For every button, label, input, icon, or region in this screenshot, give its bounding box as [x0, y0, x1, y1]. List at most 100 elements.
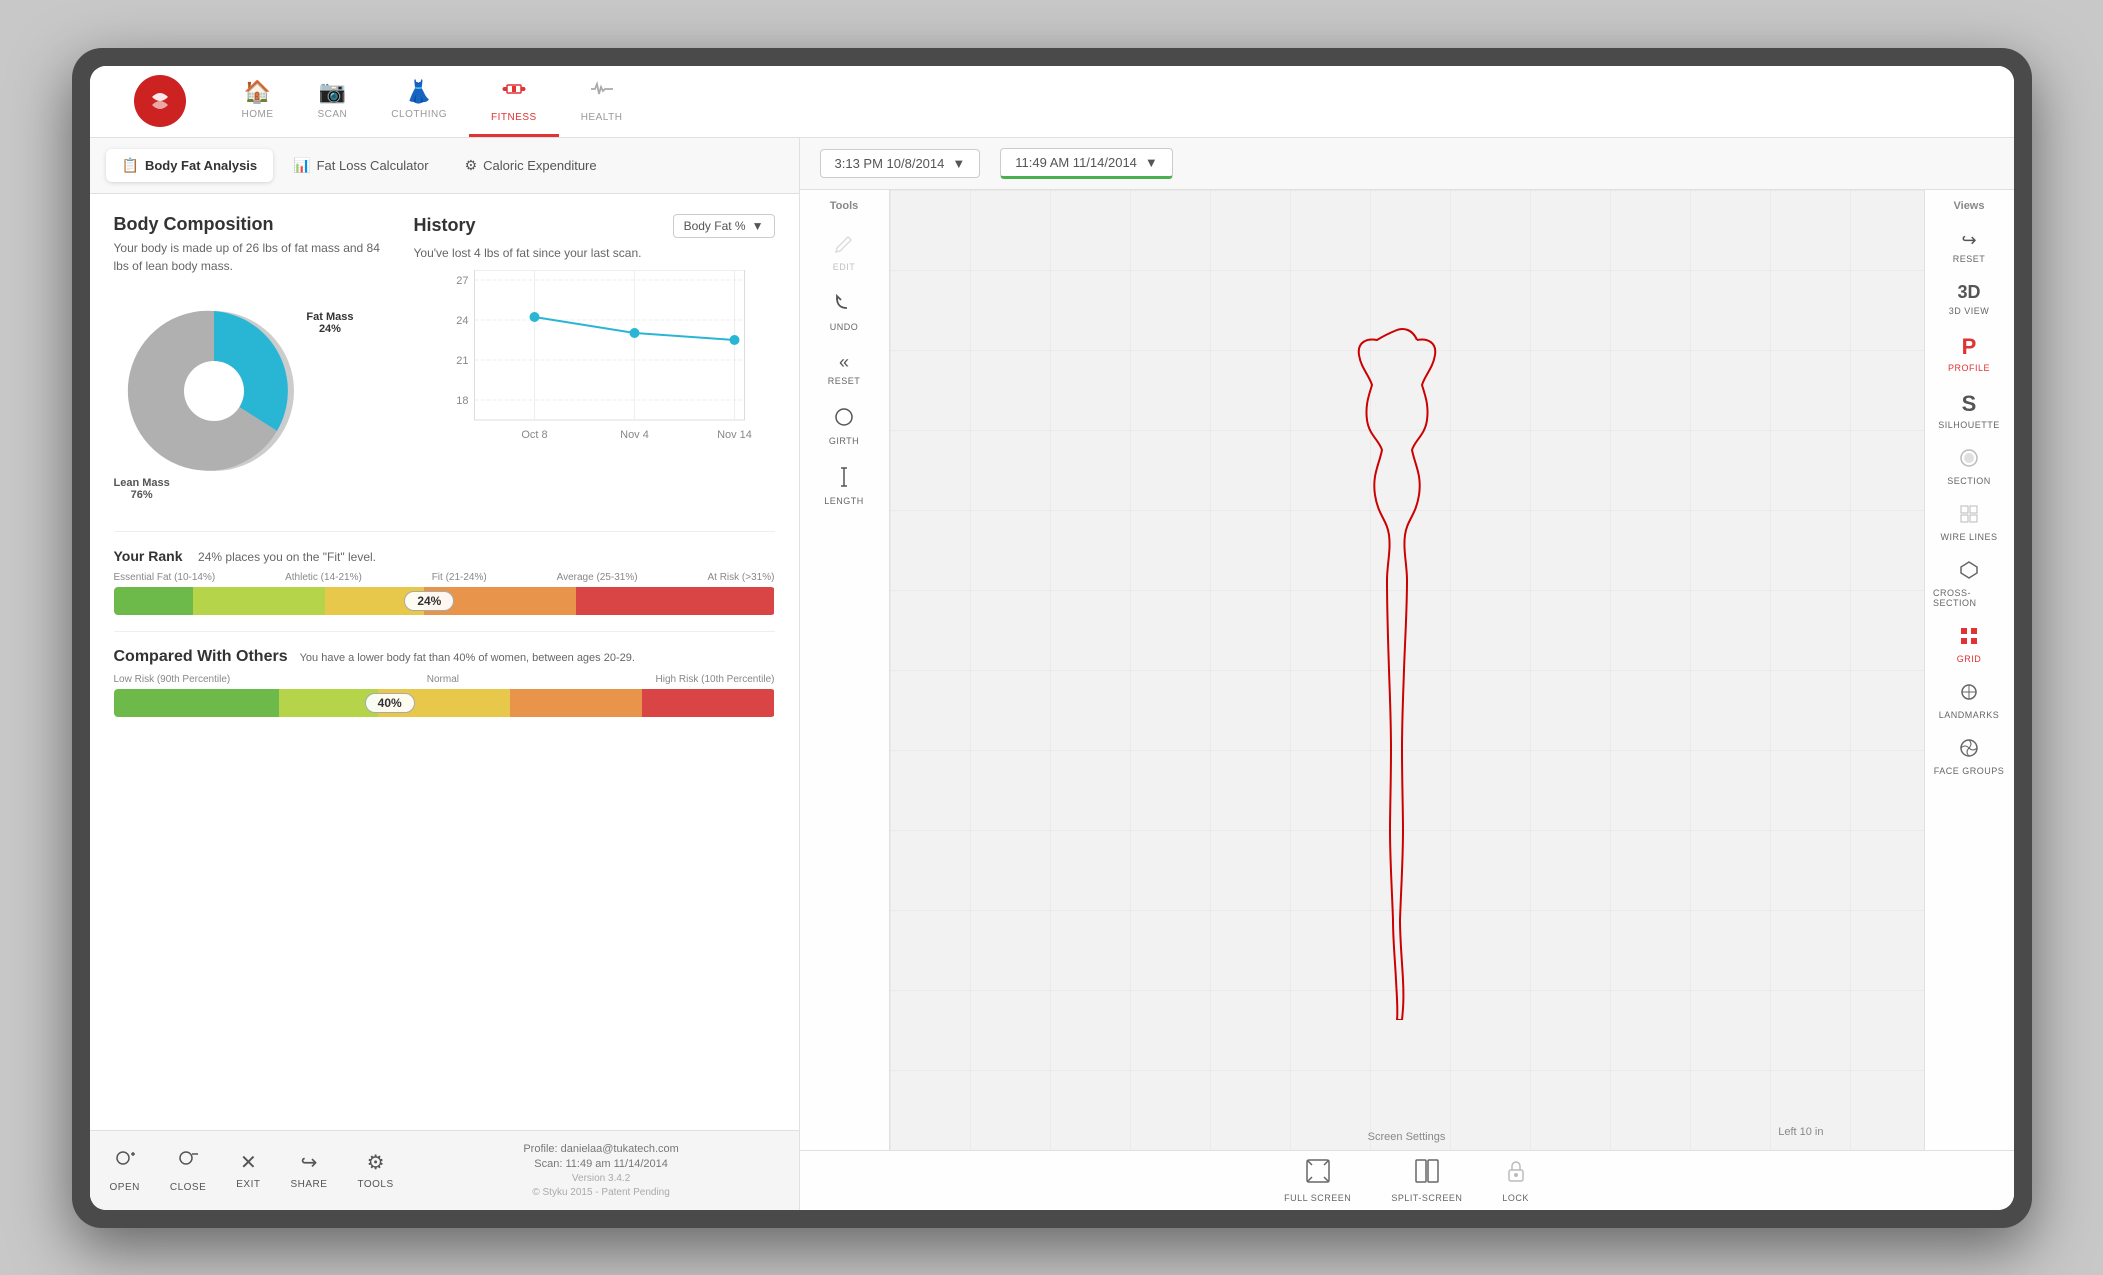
profile-label: Profile:: [523, 1143, 557, 1155]
grid-view-icon: [1959, 626, 1979, 651]
body-fat-tab-icon: 📋: [122, 157, 139, 174]
distance-label: Left 10 in: [1778, 1126, 1823, 1138]
nav-item-home[interactable]: 🏠 HOME: [220, 66, 296, 137]
rank-marker-pill: 24%: [404, 591, 454, 611]
setting-lock[interactable]: LOCK: [1502, 1158, 1529, 1203]
tools-label: TOOLS: [357, 1179, 393, 1190]
tool-girth[interactable]: GIRTH: [804, 398, 884, 454]
view-item-landmarks[interactable]: LANDMARKS: [1929, 674, 2009, 728]
bar-seg-essential: [114, 587, 193, 615]
nav-item-health[interactable]: HEALTH: [559, 66, 645, 137]
rank-marker: 24%: [404, 587, 454, 615]
date-2-label: 11:49 AM 11/14/2014: [1015, 155, 1137, 170]
tool-length[interactable]: LENGTH: [804, 458, 884, 514]
edit-label: EDIT: [833, 262, 856, 272]
svg-text:Nov 14: Nov 14: [717, 429, 752, 441]
reset-icon: «: [839, 352, 849, 373]
composition-desc: Your body is made up of 26 lbs of fat ma…: [114, 239, 394, 275]
svg-text:21: 21: [456, 355, 468, 367]
svg-text:18: 18: [456, 395, 468, 407]
action-share[interactable]: ↪ SHARE: [290, 1150, 327, 1190]
view-item-face-groups[interactable]: FACE GROUPS: [1929, 730, 2009, 784]
scan-date: 11:49 am 11/14/2014: [566, 1158, 668, 1170]
wire-view-icon: [1959, 504, 1979, 529]
cross-view-label: CROSS-SECTION: [1933, 588, 2005, 608]
view-item-section[interactable]: SECTION: [1929, 440, 2009, 494]
split-screen-icon: [1414, 1158, 1440, 1190]
girth-icon: [833, 406, 855, 433]
view-3d: Tools EDIT: [800, 190, 2014, 1150]
history-title: History: [414, 215, 476, 236]
rank-bar-labels: Essential Fat (10-14%) Athletic (14-21%)…: [114, 572, 775, 583]
body-fat-tab-label: Body Fat Analysis: [145, 158, 257, 173]
profile-email: danielaa@tukatech.com: [561, 1143, 679, 1155]
view-item-3d[interactable]: 3D 3D VIEW: [1929, 274, 2009, 324]
view-item-cross[interactable]: CROSS-SECTION: [1929, 552, 2009, 616]
compared-seg-high: [642, 689, 774, 717]
history-desc: You've lost 4 lbs of fat since your last…: [414, 246, 775, 260]
action-tools[interactable]: ⚙ TOOLS: [357, 1150, 393, 1190]
health-icon: [589, 76, 615, 108]
tool-reset[interactable]: « RESET: [804, 344, 884, 394]
nav-item-clothing[interactable]: 👗 CLOTHING: [369, 66, 469, 137]
view-item-reset[interactable]: ↪ RESET: [1929, 222, 2009, 272]
tool-undo[interactable]: UNDO: [804, 284, 884, 340]
view-item-grid[interactable]: GRID: [1929, 618, 2009, 672]
app-logo: [134, 75, 186, 127]
length-icon: [833, 466, 855, 493]
open-label: OPEN: [110, 1182, 140, 1193]
compared-seg-low: [114, 689, 279, 717]
lock-icon: [1503, 1158, 1529, 1190]
compared-bar: 40%: [114, 689, 775, 717]
compared-marker-pill: 40%: [365, 693, 415, 713]
view-item-profile[interactable]: P PROFILE: [1929, 326, 2009, 381]
history-header: History Body Fat % ▼: [414, 214, 775, 238]
date-selector-1[interactable]: 3:13 PM 10/8/2014 ▼: [820, 149, 981, 178]
nav-item-scan[interactable]: 📷 SCAN: [296, 66, 370, 137]
close-label: CLOSE: [170, 1182, 206, 1193]
undo-icon: [833, 292, 855, 319]
compared-desc: You have a lower body fat than 40% of wo…: [300, 652, 635, 664]
scan-icon: 📷: [319, 79, 346, 105]
svg-text:27: 27: [456, 275, 468, 287]
setting-full-screen[interactable]: FULL SCREEN: [1284, 1158, 1351, 1203]
lock-label: LOCK: [1502, 1193, 1529, 1203]
profile-info: Profile: danielaa@tukatech.com Scan: 11:…: [424, 1143, 779, 1198]
view-item-silhouette[interactable]: S SILHOUETTE: [1929, 383, 2009, 438]
caloric-tab-label: Caloric Expenditure: [483, 158, 596, 173]
device-frame: 🏠 HOME 📷 SCAN 👗 CLOTHING: [72, 48, 2032, 1228]
view-item-wire[interactable]: WIRE LINES: [1929, 496, 2009, 550]
open-icon: [113, 1148, 137, 1178]
face-groups-label: FACE GROUPS: [1934, 766, 2005, 776]
sub-tab-body-fat[interactable]: 📋 Body Fat Analysis: [106, 149, 274, 182]
compared-seg-2: [279, 689, 378, 717]
action-close[interactable]: CLOSE: [170, 1148, 206, 1193]
compared-marker: 40%: [365, 689, 415, 717]
bottom-bar: OPEN CLOSE ✕ EXIT: [90, 1130, 799, 1210]
screen-settings-label: Screen Settings: [1368, 1131, 1446, 1143]
sub-tab-fat-loss[interactable]: 📊 Fat Loss Calculator: [277, 149, 444, 182]
history-dropdown[interactable]: Body Fat % ▼: [673, 214, 775, 238]
pie-chart: [114, 291, 314, 491]
history-section: History Body Fat % ▼ You've lost 4 lbs o…: [414, 214, 775, 511]
reset-label: RESET: [828, 376, 861, 386]
nav-label-scan: SCAN: [318, 109, 348, 120]
reset-view-icon: ↪: [1961, 230, 1976, 251]
scan-label: Scan:: [534, 1158, 562, 1170]
split-screen-label: SPLIT-SCREEN: [1391, 1193, 1462, 1203]
screen-settings: Screen Settings FULL SCREEN: [800, 1150, 2014, 1210]
setting-split-screen[interactable]: SPLIT-SCREEN: [1391, 1158, 1462, 1203]
undo-label: UNDO: [830, 322, 859, 332]
action-open[interactable]: OPEN: [110, 1148, 140, 1193]
action-exit[interactable]: ✕ EXIT: [236, 1150, 260, 1190]
date-selector-2[interactable]: 11:49 AM 11/14/2014 ▼: [1000, 148, 1173, 179]
right-views-panel: Views ↪ RESET 3D 3D VIEW P PROFILE: [1924, 190, 2014, 1150]
composition-title: Body Composition: [114, 214, 394, 235]
copyright-info: © Styku 2015 - Patent Pending: [532, 1187, 669, 1198]
close-icon: [176, 1148, 200, 1178]
svg-text:Nov 4: Nov 4: [620, 429, 649, 441]
nav-item-fitness[interactable]: FITNESS: [469, 66, 559, 137]
face-groups-icon: [1959, 738, 1979, 763]
silhouette-view-label: SILHOUETTE: [1938, 420, 2000, 430]
sub-tab-caloric[interactable]: ⚙ Caloric Expenditure: [449, 149, 613, 182]
